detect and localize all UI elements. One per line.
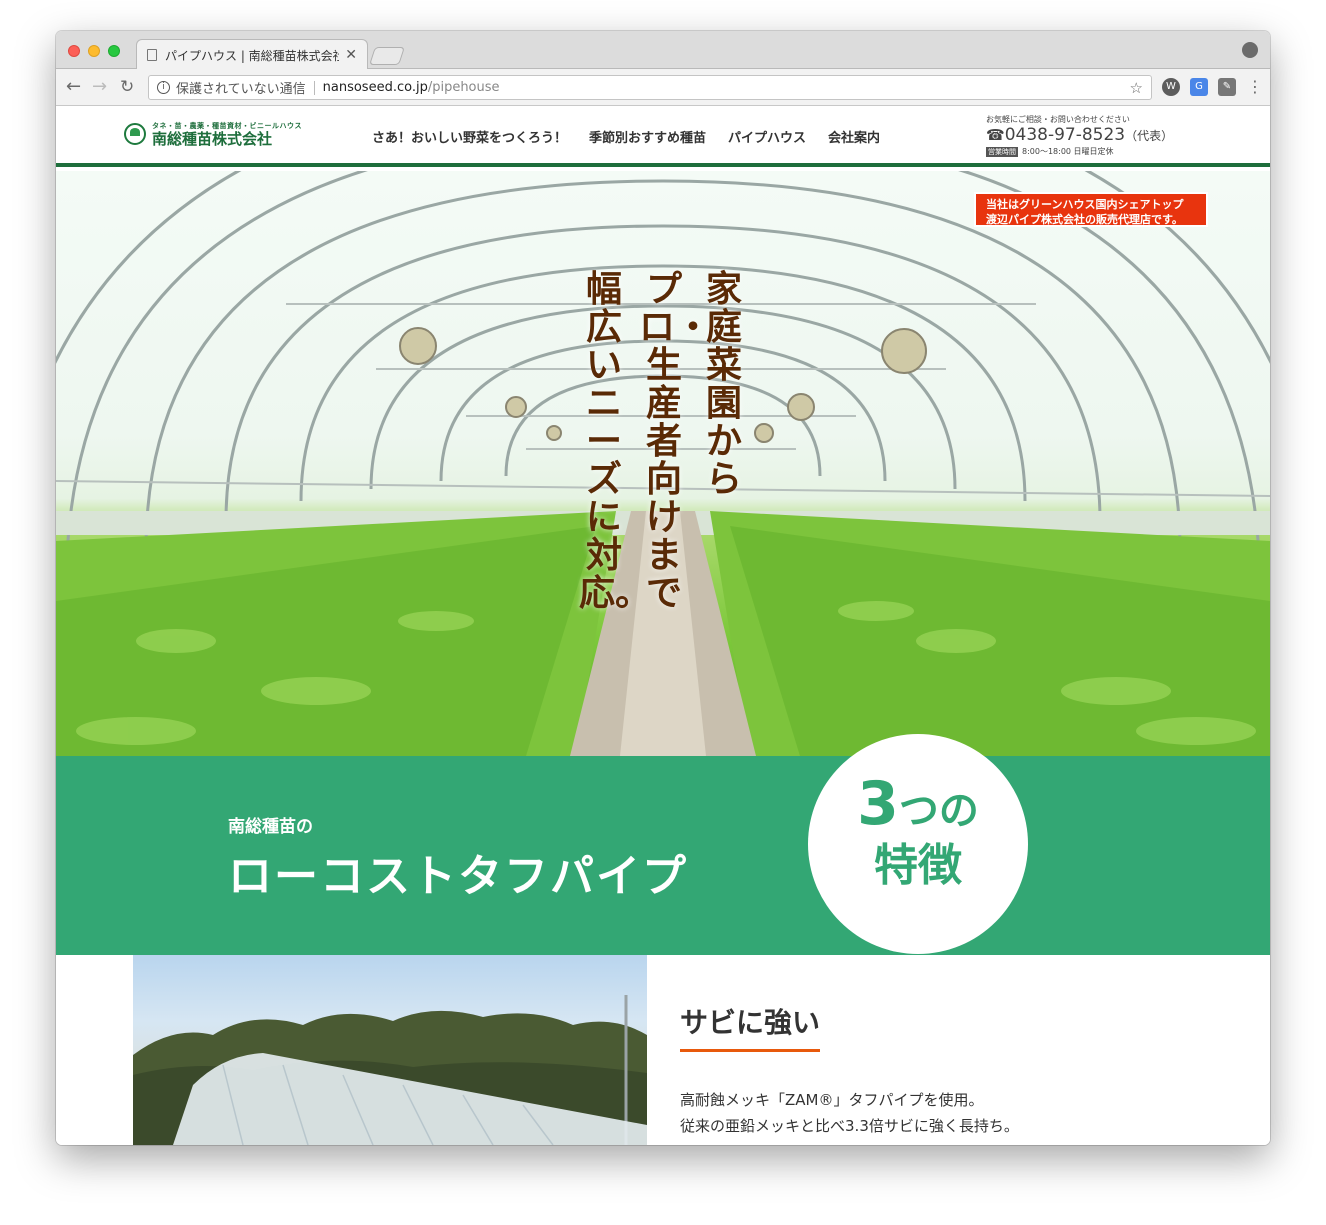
browser-toolbar: ← → ↻ i 保護されていない通信 nansoseed.co.jp /pipe… xyxy=(56,69,1270,106)
close-window-button[interactable] xyxy=(68,45,80,57)
feature-description: 高耐蝕メッキ「ZAM®」タフパイプを使用。 従来の亜鉛メッキと比べ3.3倍サビに… xyxy=(680,1087,1019,1139)
info-icon[interactable]: i xyxy=(157,81,170,94)
new-tab-button[interactable] xyxy=(369,47,405,65)
menu-icon[interactable]: ⋮ xyxy=(1247,77,1263,97)
three-features-circle: 3つの 特徴 xyxy=(808,734,1028,954)
hours-badge: 営業時間 xyxy=(986,146,1018,157)
url-path: /pipehouse xyxy=(427,80,500,95)
phone-note: （代表） xyxy=(1125,129,1174,143)
site-logo[interactable]: タネ・苗・農薬・種苗資材・ビニールハウス 南総種苗株式会社 xyxy=(124,121,302,147)
extension-icon[interactable]: ✎ xyxy=(1218,78,1236,96)
translate-icon[interactable]: G xyxy=(1190,78,1208,96)
wordpress-icon[interactable]: W xyxy=(1162,78,1180,96)
logo-text: タネ・苗・農薬・種苗資材・ビニールハウス 南総種苗株式会社 xyxy=(152,121,302,147)
tab-strip: パイプハウス | 南総種苗株式会社 ✕ xyxy=(56,31,1270,70)
star-icon[interactable]: ☆ xyxy=(1130,79,1143,97)
reload-icon[interactable]: ↻ xyxy=(120,77,134,97)
url-host: nansoseed.co.jp xyxy=(322,80,428,95)
feature-text-line-1: 高耐蝕メッキ「ZAM®」タフパイプを使用。 xyxy=(680,1091,984,1109)
circle-number: 3つの xyxy=(808,772,1028,843)
hero-copy-line-2: プロ・生産者向けまで xyxy=(639,269,712,614)
logo-mark-icon xyxy=(124,123,146,145)
circle-word: 特徴 xyxy=(874,840,962,891)
tab-close-icon[interactable]: ✕ xyxy=(345,47,357,63)
document-icon xyxy=(147,49,157,61)
back-arrow-icon[interactable]: ← xyxy=(66,77,81,97)
circle-suffix: つの xyxy=(898,788,979,834)
notice-line-1: 当社はグリーンハウス国内シェアトップ xyxy=(986,198,1184,211)
hero-copy-line-3: 幅広いニーズに対応。 xyxy=(579,269,652,614)
logo-name: 南総種苗株式会社 xyxy=(152,130,273,148)
nav-item-vegetables[interactable]: さあ！おいしい野菜をつくろう！ xyxy=(372,127,567,146)
features-title: ローコストタフパイプ xyxy=(228,851,688,902)
window-controls xyxy=(68,45,120,57)
dealer-notice-badge: 当社はグリーンハウス国内シェアトップ 渡辺パイプ株式会社の販売代理店です。 xyxy=(974,192,1208,227)
contact-block: お気軽にご相談・お問い合わせください ☎0438-97-8523（代表） 営業時… xyxy=(986,114,1173,157)
omnibox-divider xyxy=(313,80,315,95)
circle-digit: 3 xyxy=(857,769,899,839)
minimize-window-button[interactable] xyxy=(88,45,100,57)
web-page: タネ・苗・農薬・種苗資材・ビニールハウス 南総種苗株式会社 さあ！おいしい野菜を… xyxy=(56,106,1270,1145)
greenhouse-photo xyxy=(133,955,647,1145)
maximize-window-button[interactable] xyxy=(108,45,120,57)
main-nav: さあ！おいしい野菜をつくろう！ 季節別おすすめ種苗 パイプハウス 会社案内 xyxy=(372,127,880,146)
phone-number[interactable]: ☎0438-97-8523（代表） xyxy=(986,125,1173,146)
telephone-icon: ☎ xyxy=(986,126,1005,144)
address-bar[interactable]: i 保護されていない通信 nansoseed.co.jp /pipehouse … xyxy=(148,75,1152,100)
contact-note: お気軽にご相談・お問い合わせください xyxy=(986,115,1130,124)
browser-window: パイプハウス | 南総種苗株式会社 ✕ ← → ↻ i 保護されていない通信 n… xyxy=(56,31,1270,1145)
nav-item-company[interactable]: 会社案内 xyxy=(828,127,880,146)
nav-item-seasonal-seeds[interactable]: 季節別おすすめ種苗 xyxy=(589,127,706,146)
hero-copy-line-1: 家庭菜園から xyxy=(705,269,742,500)
notice-line-2: 渡辺パイプ株式会社の販売代理店です。 xyxy=(986,213,1183,226)
forward-arrow-icon[interactable]: → xyxy=(92,77,107,97)
greenhouse-photo-illustration xyxy=(133,995,647,1145)
feature-heading: サビに強い xyxy=(680,1001,821,1052)
business-hours: 営業時間 8:00〜18:00 日曜日定休 xyxy=(986,146,1173,157)
hero-section: 当社はグリーンハウス国内シェアトップ 渡辺パイプ株式会社の販売代理店です。 家庭… xyxy=(56,171,1270,756)
phone-digits: 0438-97-8523 xyxy=(1004,125,1126,145)
profile-icon[interactable] xyxy=(1242,42,1258,58)
features-banner: 南総種苗の ローコストタフパイプ 3つの 特徴 xyxy=(56,734,1270,955)
site-header: タネ・苗・農薬・種苗資材・ビニールハウス 南総種苗株式会社 さあ！おいしい野菜を… xyxy=(56,106,1270,167)
tab-title: パイプハウス | 南総種苗株式会社 xyxy=(165,48,340,63)
features-subtitle: 南総種苗の xyxy=(228,817,313,837)
browser-tab[interactable]: パイプハウス | 南総種苗株式会社 ✕ xyxy=(136,39,368,70)
feature-text-line-2: 従来の亜鉛メッキと比べ3.3倍サビに強く長持ち。 xyxy=(680,1117,1019,1135)
nav-item-pipehouse[interactable]: パイプハウス xyxy=(728,127,806,146)
feature-rust-resistant: サビに強い 高耐蝕メッキ「ZAM®」タフパイプを使用。 従来の亜鉛メッキと比べ3… xyxy=(56,955,1270,1145)
security-label: 保護されていない通信 xyxy=(176,82,306,97)
hours-text: 8:00〜18:00 日曜日定休 xyxy=(1022,147,1114,156)
